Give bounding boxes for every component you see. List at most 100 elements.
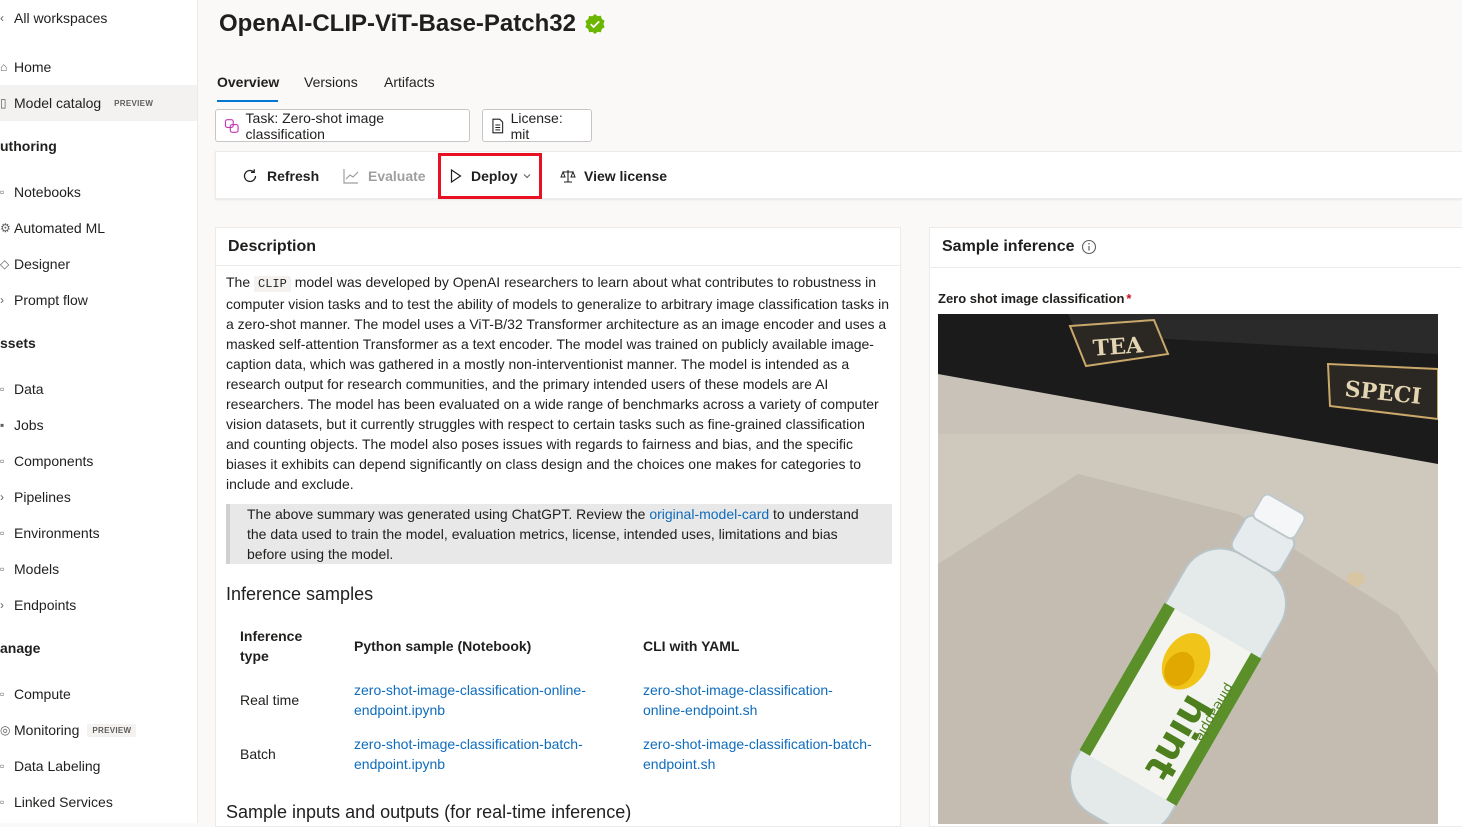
nav-label: Data Labeling bbox=[14, 758, 101, 774]
compute-icon: ▫ bbox=[0, 687, 5, 701]
data-labeling-icon: ▫ bbox=[0, 759, 5, 773]
nav-prompt-flow[interactable]: › Prompt flow bbox=[0, 282, 197, 318]
zero-shot-field-label: Zero shot image classification * bbox=[938, 291, 1131, 306]
nav-home[interactable]: ⌂ Home bbox=[0, 49, 197, 85]
command-bar: Refresh Evaluate Deploy View license bbox=[215, 151, 1462, 199]
tab-overview[interactable]: Overview bbox=[217, 74, 279, 90]
para-post: model was developed by OpenAI researcher… bbox=[226, 274, 889, 492]
summary-quote: The above summary was generated using Ch… bbox=[226, 504, 892, 564]
home-icon: ⌂ bbox=[0, 60, 8, 74]
pipelines-icon: › bbox=[0, 490, 4, 504]
task-icon bbox=[224, 118, 239, 133]
chevron-down-icon bbox=[523, 174, 531, 179]
nav-linked-services[interactable]: ▫ Linked Services bbox=[0, 784, 197, 820]
nav-label: Models bbox=[14, 561, 60, 577]
description-header: Description bbox=[216, 228, 900, 266]
evaluate-label: Evaluate bbox=[368, 168, 426, 184]
nav-environments[interactable]: ▫ Environments bbox=[0, 515, 197, 551]
task-pill: Task: Zero-shot image classification bbox=[215, 109, 470, 142]
original-model-card-link[interactable]: original-model-card bbox=[649, 506, 769, 522]
tab-versions[interactable]: Versions bbox=[304, 74, 358, 90]
deploy-button[interactable]: Deploy bbox=[449, 152, 532, 200]
nav-label: Components bbox=[14, 453, 94, 469]
verified-badge-icon bbox=[584, 13, 606, 35]
license-pill-label: License: mit bbox=[510, 109, 563, 142]
deploy-label: Deploy bbox=[471, 168, 518, 184]
preview-badge: PREVIEW bbox=[87, 723, 137, 737]
nav-label: Compute bbox=[14, 686, 71, 702]
nav-designer[interactable]: ◇ Designer bbox=[0, 246, 197, 282]
jobs-icon: ▪ bbox=[0, 418, 5, 432]
description-body: The CLIP model was developed by OpenAI r… bbox=[226, 272, 892, 494]
batch-cli-link[interactable]: zero-shot-image-classification-batch-end… bbox=[643, 734, 883, 774]
nav-data-labeling[interactable]: ▫ Data Labeling bbox=[0, 748, 197, 784]
nav-endpoints[interactable]: › Endpoints bbox=[0, 587, 197, 623]
nav-pipelines[interactable]: › Pipelines bbox=[0, 479, 197, 515]
sample-inference-header: Sample inference bbox=[930, 228, 1462, 268]
nav-label: Prompt flow bbox=[14, 292, 88, 308]
row-batch-type: Batch bbox=[240, 746, 276, 762]
notebooks-icon: ▫ bbox=[0, 185, 5, 199]
chart-line-icon bbox=[343, 169, 359, 184]
sidebar: ‹ All workspaces ⌂ Home ▯ Model catalog … bbox=[0, 0, 198, 823]
nav-label: Endpoints bbox=[14, 597, 77, 613]
header-cli-yaml: CLI with YAML bbox=[643, 638, 740, 654]
nav-models[interactable]: ▫ Models bbox=[0, 551, 197, 587]
nav-home-label: Home bbox=[14, 59, 52, 75]
license-pill: License: mit bbox=[482, 109, 592, 142]
nav-label: Environments bbox=[14, 525, 100, 541]
refresh-button[interactable]: Refresh bbox=[241, 152, 319, 200]
play-icon bbox=[450, 168, 462, 184]
tab-artifacts[interactable]: Artifacts bbox=[384, 74, 435, 90]
nav-label: Designer bbox=[14, 256, 71, 272]
info-icon[interactable] bbox=[1081, 239, 1097, 255]
view-license-button[interactable]: View license bbox=[560, 152, 667, 200]
preview-badge: PREVIEW bbox=[109, 96, 159, 110]
task-pill-label: Task: Zero-shot image classification bbox=[245, 109, 385, 142]
nav-label: Jobs bbox=[14, 417, 44, 433]
nav-data[interactable]: ▫ Data bbox=[0, 371, 197, 407]
nav-label: Notebooks bbox=[14, 184, 81, 200]
environments-icon: ▫ bbox=[0, 526, 5, 540]
section-authoring: uthoring bbox=[0, 138, 57, 154]
automated-ml-icon: ⚙ bbox=[0, 221, 11, 235]
sample-inference-title-text: Sample inference bbox=[942, 238, 1075, 255]
header-python-sample: Python sample (Notebook) bbox=[354, 638, 532, 654]
section-manage: anage bbox=[0, 640, 41, 656]
realtime-cli-link[interactable]: zero-shot-image-classification-online-en… bbox=[643, 680, 853, 720]
nav-all-workspaces[interactable]: ‹ All workspaces bbox=[0, 0, 197, 36]
nav-monitoring[interactable]: ◎ Monitoring PREVIEW bbox=[0, 712, 197, 748]
endpoints-icon: › bbox=[0, 598, 4, 612]
image-text-tea: TEA bbox=[1092, 332, 1145, 362]
view-license-label: View license bbox=[584, 168, 668, 184]
sample-inference-card: Sample inference Zero shot image classif… bbox=[929, 227, 1462, 827]
back-arrow-icon: ‹ bbox=[0, 11, 4, 25]
nav-label: Data bbox=[14, 381, 44, 397]
row-realtime-type: Real time bbox=[240, 692, 300, 708]
evaluate-button[interactable]: Evaluate bbox=[342, 152, 426, 200]
section-assets: ssets bbox=[0, 335, 36, 351]
nav-compute[interactable]: ▫ Compute bbox=[0, 676, 197, 712]
scale-icon bbox=[560, 170, 576, 183]
nav-label: Automated ML bbox=[14, 220, 106, 236]
nav-all-workspaces-label: All workspaces bbox=[14, 10, 108, 26]
refresh-label: Refresh bbox=[267, 168, 320, 184]
description-card: Description The CLIP model was developed… bbox=[215, 227, 901, 827]
zero-shot-label-text: Zero shot image classification bbox=[938, 291, 1125, 306]
realtime-notebook-link[interactable]: zero-shot-image-classification-online-en… bbox=[354, 680, 604, 720]
batch-notebook-link[interactable]: zero-shot-image-classification-batch-end… bbox=[354, 734, 604, 774]
nav-automated-ml[interactable]: ⚙ Automated ML bbox=[0, 210, 197, 246]
models-icon: ▫ bbox=[0, 562, 5, 576]
data-icon: ▫ bbox=[0, 382, 5, 396]
sample-inference-title: Sample inference bbox=[942, 238, 1097, 256]
catalog-icon: ▯ bbox=[0, 96, 7, 110]
nav-label: Monitoring bbox=[14, 722, 80, 738]
nav-jobs[interactable]: ▪ Jobs bbox=[0, 407, 197, 443]
quote-pre: The above summary was generated using Ch… bbox=[247, 506, 650, 522]
linked-services-icon: ▫ bbox=[0, 795, 5, 809]
sample-input-image[interactable]: TEA SPECI hint pineapple bbox=[938, 314, 1438, 824]
nav-components[interactable]: ▫ Components bbox=[0, 443, 197, 479]
nav-model-catalog-label: Model catalog bbox=[14, 95, 102, 111]
nav-notebooks[interactable]: ▫ Notebooks bbox=[0, 174, 197, 210]
nav-model-catalog[interactable]: ▯ Model catalog PREVIEW bbox=[0, 85, 197, 121]
